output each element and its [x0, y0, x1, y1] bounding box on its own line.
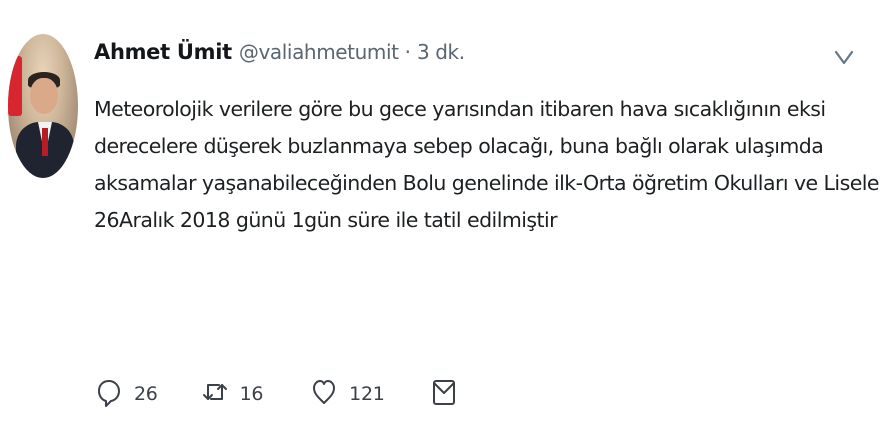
like-button[interactable]: 121	[311, 374, 385, 414]
heart-icon	[311, 377, 337, 411]
avatar-face	[30, 78, 58, 114]
reply-icon	[96, 377, 122, 411]
chevron-down-icon[interactable]	[832, 48, 856, 68]
tweet-text-line: 26Aralık 2018 günü 1gün süre ile tatil e…	[94, 208, 558, 232]
avatar[interactable]	[8, 34, 78, 178]
separator-dot: ·	[404, 40, 411, 64]
author-name[interactable]: Ahmet Ümit	[94, 40, 232, 64]
flag-graphic	[8, 56, 22, 116]
like-count: 121	[349, 383, 385, 405]
direct-message-icon	[431, 377, 457, 411]
tweet-text-line: Meteorolojik verilere göre bu gece yarıs…	[94, 97, 826, 121]
reply-count: 26	[134, 383, 158, 405]
tweet-text-line: aksamalar yaşanabileceğinden Bolu geneli…	[94, 171, 880, 195]
reply-button[interactable]: 26	[96, 374, 158, 414]
retweet-count: 16	[239, 383, 264, 405]
tweet-text: Meteorolojik verilere göre bu gece yarıs…	[94, 94, 880, 242]
direct-message-button[interactable]	[431, 374, 457, 414]
retweet-button[interactable]: 16	[202, 374, 264, 414]
avatar-tie	[42, 128, 48, 156]
tweet-card: Ahmet Ümit @valiahmetumit · 3 dk. Meteor…	[0, 0, 880, 440]
tweet-header: Ahmet Ümit @valiahmetumit · 3 dk.	[94, 40, 465, 74]
retweet-icon	[202, 377, 228, 411]
tweet-text-line: derecelere düşerek buzlanmaya sebep olac…	[94, 134, 824, 158]
tweet-timestamp[interactable]: 3 dk.	[417, 40, 465, 64]
tweet-actions: 26 16 121	[96, 374, 497, 414]
author-handle[interactable]: @valiahmetumit	[239, 40, 399, 64]
